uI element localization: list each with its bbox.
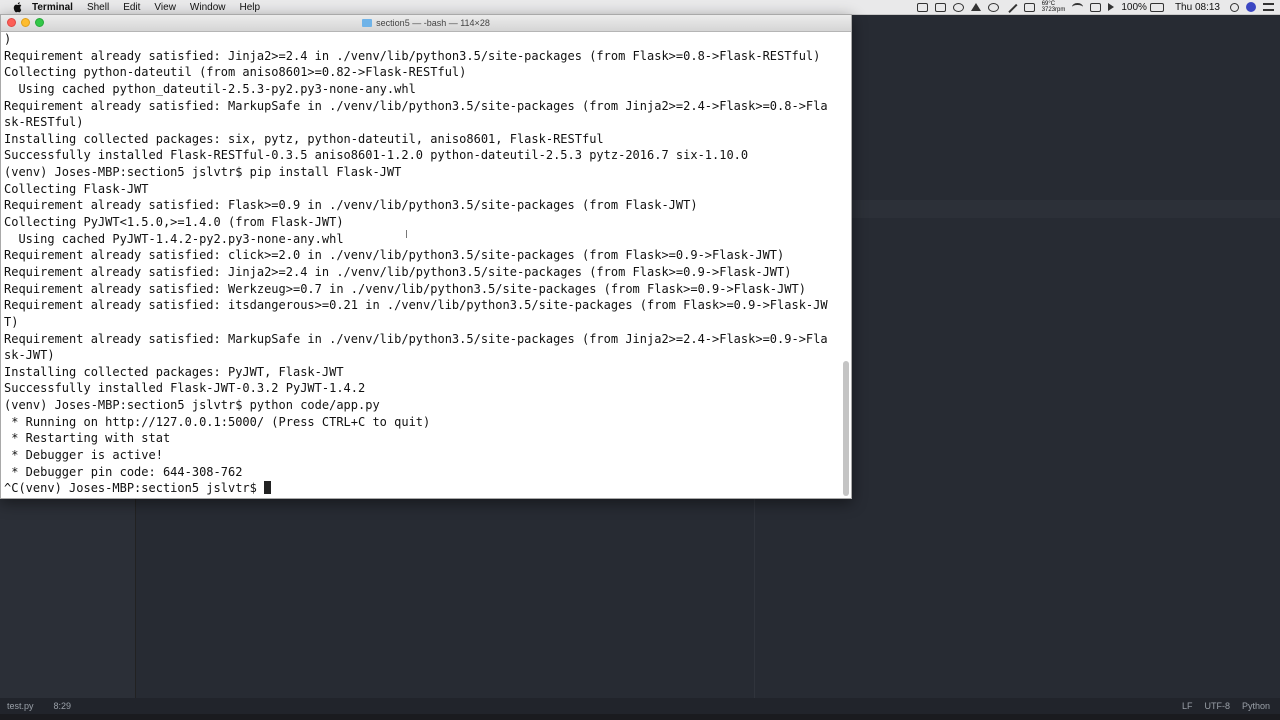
status-right-group: LF UTF-8 Python	[1182, 701, 1280, 711]
menubar-clock[interactable]: Thu 08:13	[1175, 2, 1220, 13]
window-title: section5 — -bash — 114×28	[376, 18, 490, 28]
terminal-titlebar[interactable]: section5 — -bash — 114×28	[1, 15, 851, 32]
terminal-output[interactable]: ) Requirement already satisfied: Jinja2>=…	[1, 31, 841, 498]
close-window-button[interactable]	[7, 18, 16, 27]
apple-menu-icon[interactable]	[12, 1, 24, 13]
clock-icon[interactable]	[952, 2, 964, 12]
zoom-window-button[interactable]	[35, 18, 44, 27]
status-cursor-position[interactable]: 8:29	[54, 701, 72, 711]
editor-status-bar: test.py 8:29 LF UTF-8 Python	[0, 698, 1280, 714]
terminal-window[interactable]: section5 — -bash — 114×28 ) Requirement a…	[0, 14, 852, 499]
terminal-line: Requirement already satisfied: MarkupSaf…	[4, 331, 828, 346]
info-icon[interactable]	[987, 2, 999, 12]
terminal-line: Successfully installed Flask-JWT-0.3.2 P…	[4, 381, 366, 396]
terminal-line: Requirement already satisfied: Flask>=0.…	[4, 198, 698, 213]
terminal-scroll-thumb[interactable]	[843, 361, 849, 496]
terminal-line: (venv) Joses-MBP:section5 jslvtr$ python…	[4, 398, 380, 413]
menu-help[interactable]: Help	[240, 2, 261, 13]
fan-speed-label: 3723rpm	[1041, 7, 1066, 13]
menu-view[interactable]: View	[154, 2, 176, 13]
wifi-icon[interactable]	[1072, 3, 1084, 11]
terminal-line: T)	[4, 314, 19, 329]
notification-center-icon[interactable]	[1263, 3, 1274, 11]
terminal-prompt: ^C(venv) Joses-MBP:section5 jslvtr$	[4, 481, 265, 496]
status-line-ending[interactable]: LF	[1182, 701, 1193, 711]
terminal-line: Collecting Flask-JWT	[4, 181, 149, 196]
terminal-line: )	[4, 32, 12, 46]
status-grammar[interactable]: Python	[1242, 701, 1270, 711]
terminal-prompt-line[interactable]: ^C(venv) Joses-MBP:section5 jslvtr$	[4, 480, 841, 497]
menu-window[interactable]: Window	[190, 2, 226, 13]
terminal-line: Collecting PyJWT<1.5.0,>=1.4.0 (from Fla…	[4, 215, 344, 230]
monitor-icon[interactable]	[1023, 2, 1035, 12]
volume-icon[interactable]	[1108, 3, 1115, 11]
menu-shell[interactable]: Shell	[87, 2, 109, 13]
terminal-line: * Running on http://127.0.0.1:5000/ (Pre…	[4, 414, 431, 429]
editor-wrap-guide	[754, 499, 755, 698]
dropbox-icon[interactable]	[970, 3, 981, 11]
folder-icon	[362, 19, 373, 27]
screen-record-icon[interactable]	[916, 2, 928, 12]
spotlight-search-icon[interactable]	[1230, 2, 1239, 12]
terminal-scrollbar[interactable]	[841, 31, 850, 498]
terminal-line: Successfully installed Flask-RESTful-0.3…	[4, 148, 749, 163]
editor-current-line-highlight	[852, 200, 1280, 218]
terminal-line: Requirement already satisfied: Jinja2>=2…	[4, 48, 821, 63]
terminal-line: sk-JWT)	[4, 348, 55, 363]
evernote-icon[interactable]	[934, 2, 946, 12]
minimize-window-button[interactable]	[21, 18, 30, 27]
terminal-line: (venv) Joses-MBP:section5 jslvtr$ pip in…	[4, 165, 402, 180]
pen-icon[interactable]	[1005, 0, 1018, 14]
text-cursor	[264, 481, 272, 495]
terminal-line: Using cached python_dateutil-2.5.3-py2.p…	[4, 81, 416, 96]
status-filename[interactable]: test.py	[7, 701, 34, 711]
menubar-status-area: 69°C 3723rpm 100% Thu 08:13	[916, 0, 1280, 14]
terminal-line: Requirement already satisfied: Jinja2>=2…	[4, 264, 792, 279]
terminal-line: * Debugger is active!	[4, 448, 163, 463]
terminal-line: * Restarting with stat	[4, 431, 171, 446]
airplay-icon[interactable]	[1090, 2, 1102, 12]
terminal-line: Using cached PyJWT-1.4.2-py2.py3-none-an…	[4, 231, 344, 246]
mouse-ibeam-cursor	[406, 230, 409, 238]
battery-icon[interactable]	[1149, 2, 1164, 12]
editor-tree-view[interactable]	[0, 499, 135, 698]
terminal-line: Requirement already satisfied: click>=2.…	[4, 248, 785, 263]
terminal-line: * Debugger pin code: 644-308-762	[4, 464, 243, 479]
editor-pane-divider[interactable]	[135, 499, 136, 698]
terminal-line: Installing collected packages: PyJWT, Fl…	[4, 364, 344, 379]
terminal-line: sk-RESTful)	[4, 115, 84, 130]
dock-strip	[0, 714, 1280, 720]
menu-app-terminal[interactable]: Terminal	[32, 2, 73, 13]
menu-bar: Terminal Shell Edit View Window Help 69°…	[0, 0, 1280, 15]
terminal-line: Collecting python-dateutil (from aniso86…	[4, 65, 467, 80]
terminal-line: Requirement already satisfied: MarkupSaf…	[4, 98, 828, 113]
battery-percent[interactable]: 100%	[1121, 2, 1147, 13]
terminal-line: Installing collected packages: six, pytz…	[4, 131, 604, 146]
menu-edit[interactable]: Edit	[123, 2, 140, 13]
temperature-fan-readout[interactable]: 69°C 3723rpm	[1042, 1, 1066, 13]
terminal-line: Requirement already satisfied: itsdanger…	[4, 298, 828, 313]
terminal-lines: ) Requirement already satisfied: Jinja2>=…	[1, 31, 841, 497]
siri-icon[interactable]	[1246, 2, 1256, 12]
status-encoding[interactable]: UTF-8	[1204, 701, 1230, 711]
terminal-line: Requirement already satisfied: Werkzeug>…	[4, 281, 806, 296]
